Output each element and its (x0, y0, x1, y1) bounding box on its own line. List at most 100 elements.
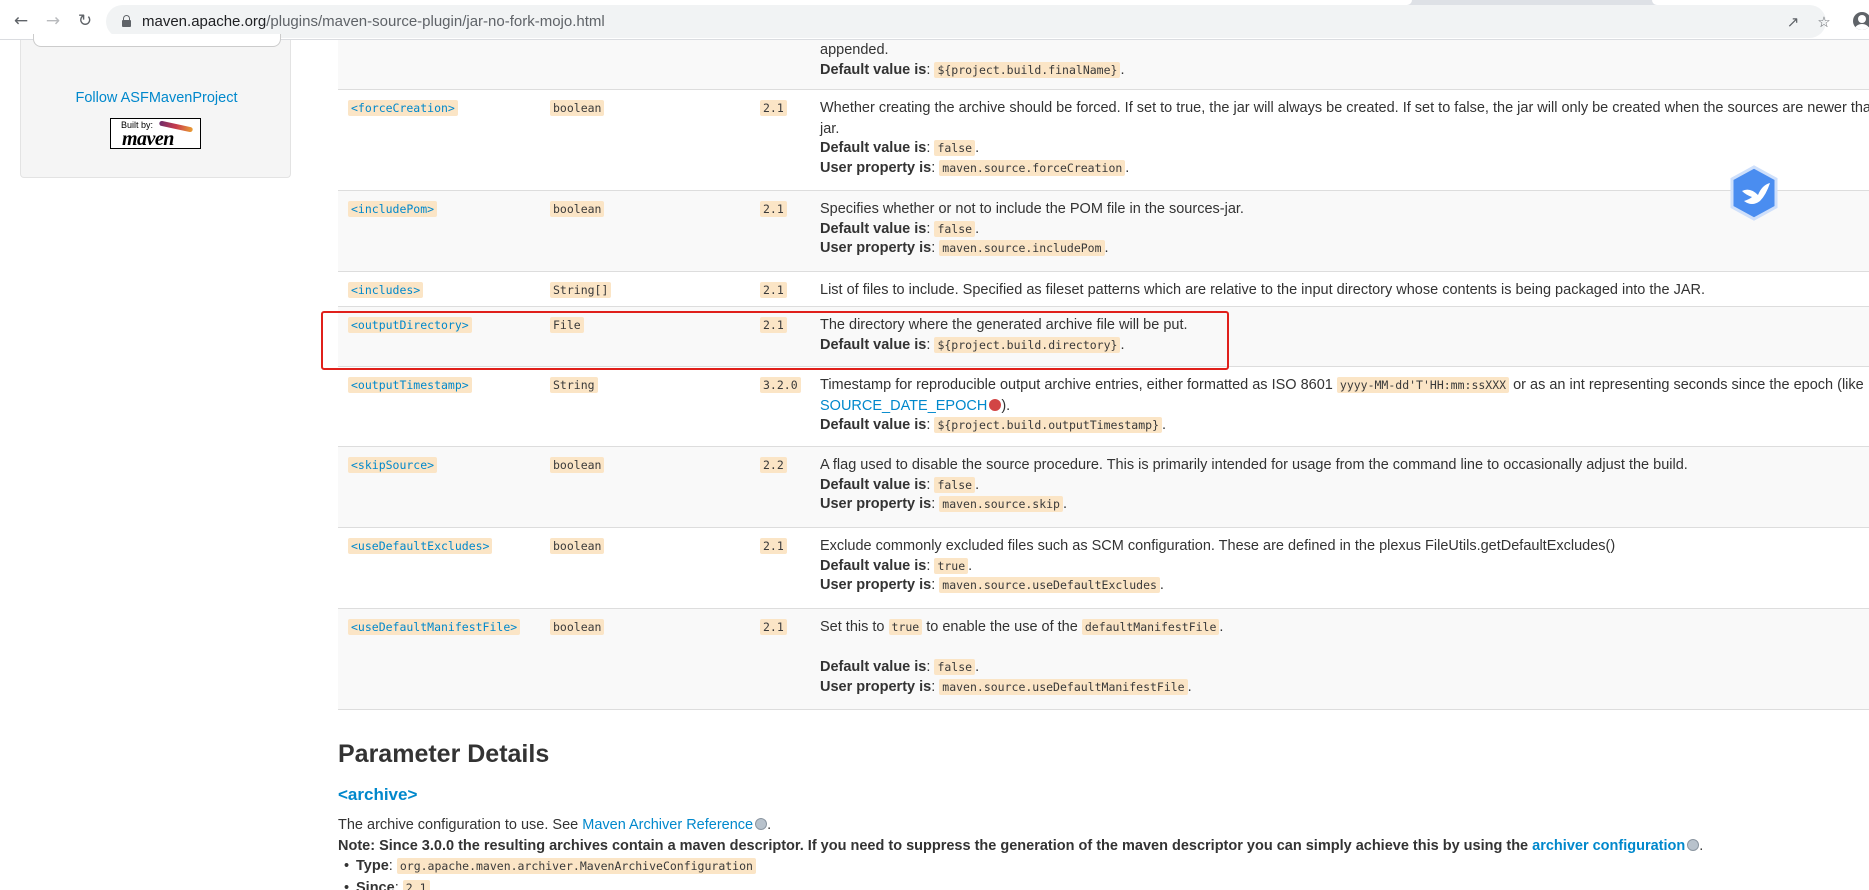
archive-note: Note: Since 3.0.0 the resulting archives… (338, 838, 1703, 854)
bookmark-star-icon[interactable]: ☆ (1814, 12, 1834, 32)
default-label: Default value is (820, 659, 927, 675)
param-since-cell: 2.1 (760, 619, 787, 635)
default-label: Default value is (820, 220, 927, 237)
default-label: Default value is (820, 61, 927, 78)
param-name-link[interactable]: <forceCreation> (348, 100, 458, 116)
param-type: boolean (550, 201, 605, 217)
param-type: String (550, 377, 598, 393)
description-line: List of files to include. Specified as f… (820, 282, 1705, 298)
param-name-link[interactable]: <includePom> (348, 201, 438, 217)
back-arrow-icon[interactable]: ← (10, 10, 32, 32)
param-since: 2.1 (760, 100, 787, 116)
default-label: Default value is (820, 417, 927, 433)
param-since-cell: 2.2 (760, 457, 787, 473)
source-date-epoch-link[interactable]: SOURCE_DATE_EPOCH (820, 398, 987, 414)
param-name-link[interactable]: <outputTimestamp> (348, 377, 472, 393)
default-value: ${project.build.finalName} (934, 61, 1121, 78)
default-label: User property is (820, 496, 932, 512)
param-description: A flag used to disable the source proced… (820, 455, 1869, 515)
since-bullet: Since: 2.1 (344, 880, 430, 890)
built-by-maven-logo[interactable]: Built by: maven (110, 118, 201, 150)
table-row: <useDefaultExcludes> boolean 2.1 Exclude co… (338, 528, 1869, 609)
param-description: Whether creating the archive should be f… (820, 98, 1869, 178)
external-link-icon (755, 818, 768, 830)
archive-description: The archive configuration to use. See Ma… (338, 817, 771, 833)
share-icon[interactable]: ↗ (1783, 12, 1803, 32)
forward-arrow-icon[interactable]: → (42, 10, 64, 32)
parameter-table: appended. Default value is: ${project.bui… (338, 40, 1869, 710)
param-name-link[interactable]: <useDefaultExcludes> (348, 538, 493, 554)
description-line: Whether creating the archive should be f… (820, 100, 1869, 116)
reload-icon[interactable]: ↻ (74, 10, 96, 32)
table-row: appended. Default value is: ${project.bui… (338, 40, 1869, 90)
follow-asf-link[interactable]: Follow ASFMavenProject (21, 90, 292, 106)
description-line: Default value is: false. (820, 476, 980, 493)
maven-wordmark: maven (122, 128, 174, 150)
archiver-configuration-link[interactable]: archiver configuration (1532, 838, 1685, 854)
description-line: Exclude commonly excluded files such as … (820, 538, 1616, 554)
lock-icon[interactable] (122, 15, 131, 27)
maven-archiver-reference-link[interactable]: Maven Archiver Reference (582, 817, 753, 833)
address-bar[interactable]: maven.apache.org/plugins/maven-source-pl… (106, 5, 1831, 38)
type-bullet: Type: org.apache.maven.archiver.MavenArc… (344, 858, 756, 874)
description-line: Set this to true to enable the use of th… (820, 617, 1869, 638)
description-line: User property is: maven.source.includePo… (820, 240, 1109, 256)
table-row: <forceCreation> boolean 2.1 Whether creatin… (338, 90, 1869, 191)
url-text[interactable]: maven.apache.org/plugins/maven-source-pl… (142, 13, 605, 30)
param-since: 2.1 (760, 619, 787, 635)
description-line: appended. (820, 42, 889, 58)
param-name-cell: <useDefaultManifestFile> (348, 619, 521, 635)
default-value: ${project.build.outputTimestamp} (934, 417, 1162, 433)
param-description: List of files to include. Specified as f… (820, 280, 1869, 301)
sidebar-search-box[interactable] (33, 34, 281, 47)
sidebar-panel: Follow ASFMavenProject Built by: maven (20, 34, 292, 178)
description-line: jar. (820, 120, 840, 137)
param-name-cell: <includes> (348, 282, 424, 298)
default-label: Default value is (820, 140, 927, 156)
external-link-icon (989, 398, 1002, 411)
default-value: maven.source.includePom (939, 240, 1105, 256)
profile-avatar-icon[interactable] (1853, 12, 1869, 30)
archive-anchor-heading[interactable]: <archive> (338, 785, 417, 805)
default-label: User property is (820, 240, 932, 256)
description-line: Default value is: true. (820, 557, 973, 574)
default-label: User property is (820, 678, 932, 695)
description-line: Default value is: ${project.build.finalN… (820, 61, 1125, 78)
bird-assistant-icon[interactable] (1728, 165, 1780, 221)
param-since: 2.1 (760, 282, 787, 298)
default-value: false (934, 140, 976, 156)
param-since: 2.1 (760, 201, 787, 217)
since-label: Since (356, 880, 395, 890)
description-line: User property is: maven.source.useDefaul… (820, 678, 1192, 695)
type-value: org.apache.maven.archiver.MavenArchiveCo… (396, 858, 756, 874)
default-value: false (934, 476, 976, 493)
default-label: User property is (820, 577, 932, 593)
archive-desc-post: . (767, 817, 772, 833)
param-type: boolean (550, 619, 605, 635)
param-name-link[interactable]: <useDefaultManifestFile> (348, 619, 521, 635)
table-row: <skipSource> boolean 2.2 A flag used to dis… (338, 447, 1869, 528)
table-row: <outputTimestamp> String 3.2.0 Timestamp fo… (338, 367, 1869, 447)
manifest-post: . (1219, 619, 1224, 635)
param-name-link[interactable]: <includes> (348, 282, 424, 298)
param-description: Exclude commonly excluded files such as … (820, 536, 1869, 596)
manifest-pre: Set this to (820, 619, 889, 635)
param-type: boolean (550, 538, 605, 554)
table-row: <includes> String[] 2.1 List of files to in… (338, 272, 1869, 307)
external-link-icon (1687, 839, 1700, 851)
note-post: . (1699, 838, 1704, 854)
param-since: 2.2 (760, 457, 787, 473)
timestamp-desc-post: or as an int representing seconds since … (1509, 377, 1864, 393)
param-name-cell: <useDefaultExcludes> (348, 538, 493, 554)
param-type: boolean (550, 100, 605, 116)
param-type-cell: boolean (550, 457, 605, 473)
param-since-cell: 3.2.0 (760, 377, 801, 393)
description-line: A flag used to disable the source proced… (820, 457, 1688, 473)
default-value: true (934, 557, 969, 574)
code-default-manifest-file: defaultManifestFile (1081, 619, 1220, 635)
description-line: User property is: maven.source.forceCrea… (820, 159, 1130, 176)
url-path: /plugins/maven-source-plugin/jar-no-fork… (266, 13, 605, 30)
description-line: Default value is: false. (820, 140, 980, 156)
param-name-link[interactable]: <skipSource> (348, 457, 438, 473)
param-since-cell: 2.1 (760, 282, 787, 298)
